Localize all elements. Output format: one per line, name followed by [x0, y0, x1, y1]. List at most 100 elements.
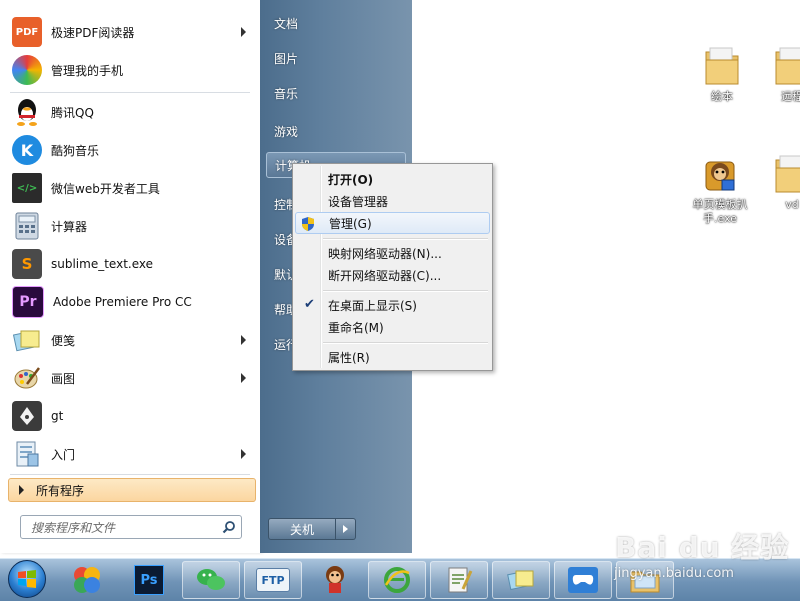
all-programs-label: 所有程序: [36, 483, 85, 498]
premiere-pro-icon: Pr: [12, 286, 44, 318]
submenu-arrow-icon: [241, 335, 246, 345]
program-item-qq[interactable]: 腾讯QQ: [8, 94, 256, 130]
taskbar-cuteftp[interactable]: FTP: [244, 561, 302, 599]
program-label: 画图: [51, 371, 76, 386]
program-label: 酷狗音乐: [51, 143, 100, 158]
folder-icon: [702, 44, 742, 88]
baidu-watermark: Bai du 经验: [615, 531, 790, 564]
places-label: 文档: [274, 16, 299, 31]
taskbar-monkey-game[interactable]: [306, 561, 364, 599]
places-item-pictures[interactable]: 图片: [266, 45, 406, 71]
taskbar-rainbow-app[interactable]: [58, 561, 116, 599]
context-item-label: 重命名(M): [328, 320, 384, 335]
desktop-icon-label: 单页模板扒手.exe: [692, 198, 748, 225]
program-item-premiere[interactable]: Pr Adobe Premiere Pro CC: [8, 284, 256, 320]
program-item-sticky-notes[interactable]: 便笺: [8, 322, 256, 358]
context-item-label: 管理(G): [329, 216, 372, 231]
program-item-getting-started[interactable]: 入门: [8, 436, 256, 472]
game-controller-icon: [568, 567, 598, 593]
places-label: 音乐: [274, 86, 299, 101]
program-item-gt[interactable]: gt: [8, 398, 256, 434]
taskbar-sticky-notes[interactable]: [492, 561, 550, 599]
qq-penguin-icon: [12, 97, 42, 127]
context-item-open[interactable]: 打开(O): [295, 168, 490, 190]
places-item-music[interactable]: 音乐: [266, 80, 406, 106]
photoshop-label: Ps: [140, 572, 158, 588]
all-programs-arrow-icon: [19, 485, 24, 495]
taskbar-photoshop[interactable]: Ps: [120, 561, 178, 599]
context-item-properties[interactable]: 属性(R): [295, 346, 490, 368]
search-placeholder: 搜索程序和文件: [31, 520, 116, 535]
taskbar-wechat[interactable]: [182, 561, 240, 599]
program-label: 极速PDF阅读器: [51, 25, 135, 40]
desktop-icon-label: 绘本: [711, 90, 733, 103]
program-item-kugou[interactable]: K 酷狗音乐: [8, 132, 256, 168]
program-label: 管理我的手机: [51, 63, 124, 78]
taskbar-ie[interactable]: [368, 561, 426, 599]
baidu-watermark-url: jingyan.baidu.com: [614, 566, 734, 581]
context-item-map-drive[interactable]: 映射网络驱动器(N)...: [295, 242, 490, 264]
taskbar-notepad-plus[interactable]: [430, 561, 488, 599]
program-item-calculator[interactable]: 计算器: [8, 208, 256, 244]
program-item-phone-manager[interactable]: 管理我的手机: [8, 52, 256, 88]
context-item-label: 断开网络驱动器(C)...: [328, 268, 442, 283]
program-label: 微信web开发者工具: [51, 181, 160, 196]
program-label: 入门: [51, 447, 76, 462]
start-button[interactable]: [8, 560, 46, 598]
search-icon[interactable]: [222, 520, 236, 534]
program-label: 腾讯QQ: [51, 105, 94, 120]
context-item-manage[interactable]: 管理(G): [295, 212, 490, 234]
desktop-icon-yuancheng[interactable]: 远程: [760, 44, 800, 104]
submenu-arrow-icon: [241, 373, 246, 383]
start-search-input[interactable]: 搜索程序和文件: [20, 515, 242, 539]
program-label: gt: [51, 409, 64, 423]
shutdown-options-button[interactable]: [336, 518, 356, 540]
program-item-paint[interactable]: 画图: [8, 360, 256, 396]
context-item-label: 映射网络驱动器(N)...: [328, 246, 442, 261]
taskbar-game-controller[interactable]: [554, 561, 612, 599]
desktop-icon-vd[interactable]: vd: [760, 152, 800, 212]
context-item-disconnect-drive[interactable]: 断开网络驱动器(C)...: [295, 264, 490, 286]
desktop-icon-label: vd: [785, 198, 799, 211]
sticky-notes-icon: [507, 570, 534, 591]
context-menu-separator: [323, 290, 488, 292]
desktop-icon-huiben[interactable]: 绘本: [690, 44, 754, 104]
program-item-sublime[interactable]: S sublime_text.exe: [8, 246, 256, 282]
pdf-reader-icon: PDF: [12, 17, 42, 47]
desktop-icon-label: 远程: [781, 90, 800, 103]
start-menu-programs-pane: PDF 极速PDF阅读器 管理我的手机 腾讯QQ K 酷狗音乐 </> 微信we…: [0, 0, 261, 553]
chevron-right-icon: [343, 525, 348, 533]
context-menu-separator: [323, 238, 488, 240]
program-list-divider: [10, 474, 250, 475]
folder-icon: [772, 152, 800, 196]
checkmark-icon: ✔: [304, 297, 315, 312]
context-item-label: 属性(R): [328, 350, 370, 365]
wechat-devtools-icon: </>: [12, 173, 42, 203]
shutdown-label: 关机: [289, 522, 314, 537]
program-item-wechat-devtools[interactable]: </> 微信web开发者工具: [8, 170, 256, 206]
rainbow-app-icon: [74, 567, 100, 593]
program-label: 计算器: [51, 219, 88, 234]
sublime-text-icon: S: [12, 249, 42, 279]
context-item-device-manager[interactable]: 设备管理器: [295, 190, 490, 212]
uac-shield-icon: [302, 217, 314, 231]
program-item-pdf-reader[interactable]: PDF 极速PDF阅读器: [8, 14, 256, 50]
shutdown-button[interactable]: 关机: [268, 518, 336, 540]
places-label: 图片: [274, 51, 299, 66]
desktop-icon-danye[interactable]: 单页模板扒手.exe: [688, 152, 752, 226]
context-item-show-on-desktop[interactable]: ✔ 在桌面上显示(S): [295, 294, 490, 316]
calculator-icon: [12, 211, 42, 241]
places-item-documents[interactable]: 文档: [266, 10, 406, 36]
monkey-app-icon: [700, 152, 740, 196]
all-programs-button[interactable]: 所有程序: [8, 478, 256, 502]
sticky-notes-icon: [12, 325, 42, 355]
program-label: Adobe Premiere Pro CC: [53, 295, 192, 309]
program-list-divider: [10, 92, 250, 93]
cuteftp-label: FTP: [261, 573, 285, 587]
places-item-games[interactable]: 游戏: [266, 118, 406, 144]
computer-context-menu: 打开(O) 设备管理器 管理(G) 映射网络驱动器(N)... 断开网络驱动器(…: [292, 163, 493, 371]
wechat-icon: [197, 569, 225, 590]
paint-icon: [12, 363, 42, 393]
context-item-rename[interactable]: 重命名(M): [295, 316, 490, 338]
notepad-plus-icon: [448, 567, 473, 593]
